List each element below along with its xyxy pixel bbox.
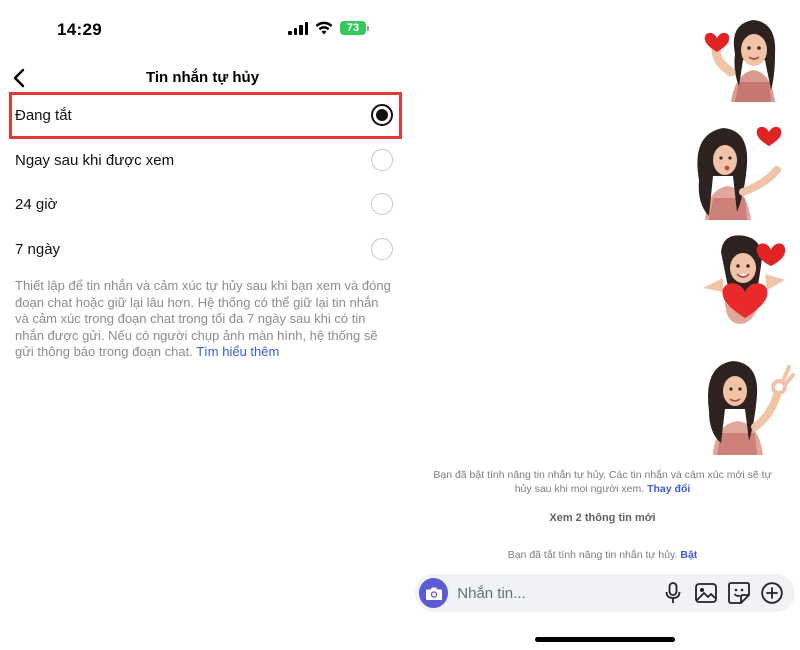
hearts-hug-avatar-sticker[interactable] [693,232,795,328]
gallery-icon[interactable] [689,578,722,608]
enabled-notice: Bạn đã bật tính năng tin nhắn tự hủy. Cá… [433,469,772,495]
message-input[interactable] [457,584,657,602]
chat-screen: Bạn đã bật tính năng tin nhắn tự hủy. Cá… [405,0,800,650]
sticker-icon[interactable] [723,578,756,608]
radio-unselected[interactable] [371,149,393,171]
wifi-icon [315,21,333,35]
radio-unselected[interactable] [371,238,393,260]
highlight-box [9,92,402,139]
home-indicator [535,637,675,642]
cellular-signal-icon [288,21,308,35]
option-label: Ngay sau khi được xem [15,151,175,169]
disabled-notice: Bạn đã tắt tính năng tin nhắn tự hủy. Bậ… [507,549,698,561]
plus-icon[interactable] [756,578,789,608]
camera-icon[interactable] [419,578,449,608]
ok-sign-avatar-sticker[interactable] [705,355,795,455]
option-24-hours[interactable]: 24 giờ [0,182,405,226]
status-icons: 73 [288,21,369,35]
disappearing-messages-settings: 14:29 73 Tin nhắn tự hủy Đang tắt Ngay s… [0,0,405,650]
status-time: 14:29 [57,20,102,39]
heart-hands-avatar-sticker[interactable] [695,10,795,102]
option-7-days[interactable]: 7 ngày [0,227,405,271]
change-link[interactable]: Thay đổi [647,483,690,495]
description-text: Thiết lập để tin nhắn và cảm xúc tự hủy … [15,278,391,359]
message-composer [415,574,795,612]
battery-icon: 73 [340,21,369,35]
learn-more-link[interactable]: Tìm hiểu thêm [196,344,279,359]
new-info-button[interactable]: Xem 2 thông tin mới [405,512,800,524]
page-title: Tin nhắn tự hủy [145,69,260,86]
option-label: 24 giờ [15,195,58,213]
option-after-seen[interactable]: Ngay sau khi được xem [0,138,405,182]
radio-unselected[interactable] [371,193,393,215]
option-label: 7 ngày [15,240,61,258]
blow-kiss-avatar-sticker[interactable] [685,120,795,220]
microphone-icon[interactable] [656,578,689,608]
enable-link[interactable]: Bật [680,549,697,561]
